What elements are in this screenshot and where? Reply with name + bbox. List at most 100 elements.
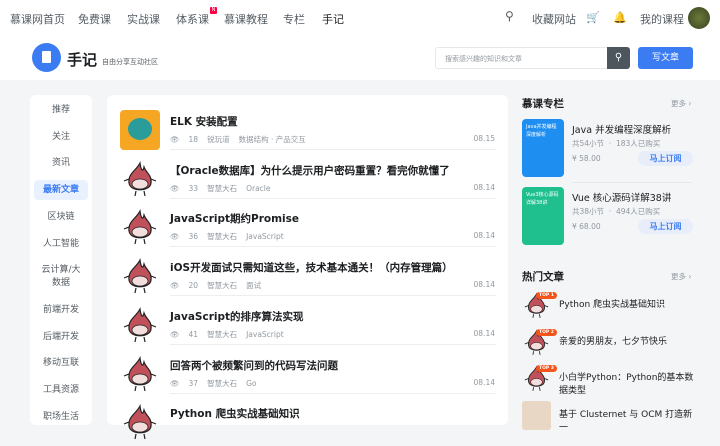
hot-article[interactable]: TOP 2 亲爱的男朋友，七夕节快乐: [522, 328, 702, 358]
new-badge: N: [210, 7, 217, 14]
page-subtitle: 自由分享互动社区: [102, 58, 158, 66]
article-row[interactable]: ELK 安装配置 👁 18 锐玩道 数据结构 · 产品交互 08.15: [107, 100, 508, 150]
article-title[interactable]: JavaScript的排序算法实现: [170, 309, 304, 324]
sidebar-item[interactable]: 推荐: [34, 104, 88, 117]
columns-heading: 慕课专栏: [522, 98, 564, 110]
article-title[interactable]: 【Oracle数据库】为什么提示用户密码重置？看完你就懂了: [170, 163, 450, 178]
nav-free[interactable]: 免费课: [78, 11, 111, 27]
subscribe-button[interactable]: 马上订阅: [638, 219, 693, 234]
article-title[interactable]: iOS开发面试只需知道这些，技术基本通关！（内存管理篇）: [170, 260, 453, 275]
author-avatar-icon: [120, 402, 160, 442]
hot-thumbnail: [522, 401, 551, 430]
article-date: 08.14: [473, 377, 495, 387]
subscribe-button[interactable]: 马上订阅: [638, 151, 693, 166]
search-icon[interactable]: ⚲: [505, 9, 514, 23]
top-nav: 慕课网首页 免费课 实战课 体系课 N 慕课教程 专栏 手记 ⚲ 收藏网站 🛒 🔔…: [0, 0, 720, 36]
article-meta: 👁 36 智慧大石 JavaScript: [170, 231, 293, 242]
article-thumbnail: [120, 110, 160, 150]
collect-link[interactable]: 收藏网站: [532, 11, 576, 27]
sidebar-item[interactable]: 资讯: [34, 157, 88, 170]
nav-system[interactable]: 体系课 N: [176, 7, 217, 27]
sidebar-item[interactable]: 移动互联: [34, 357, 88, 370]
author-name[interactable]: 智慧大石: [207, 184, 237, 193]
search-input[interactable]: 搜索感兴趣的知识和文章: [435, 47, 607, 69]
article-title[interactable]: ELK 安装配置: [170, 114, 238, 129]
hot-article[interactable]: TOP 1 Python 爬虫实战基础知识: [522, 291, 702, 321]
sidebar-item[interactable]: 前端开发: [34, 304, 88, 317]
article-tags[interactable]: JavaScript: [246, 232, 284, 241]
eye-icon: 👁: [170, 378, 180, 388]
columns-more-link[interactable]: 更多 ›: [671, 98, 691, 109]
category-sidebar: 推荐 关注 资讯 最新文章 区块链 人工智能 云计算/大数据 前端开发 后端开发…: [30, 95, 92, 425]
page-title: 手记: [67, 51, 98, 69]
buyer-count: 494人已购买: [615, 207, 661, 216]
hot-article-title[interactable]: 基于 Clusternet 与 OCM 打造新一: [559, 409, 699, 435]
sidebar-item[interactable]: 人工智能: [34, 238, 88, 251]
my-courses-link[interactable]: 我的课程: [640, 11, 684, 27]
sidebar-item[interactable]: 区块链: [34, 211, 88, 224]
column-card[interactable]: Vue3核心源码详解38讲 Vue 核心源码详解38讲 共38小节 · 494人已购…: [522, 187, 694, 247]
column-title[interactable]: Java 并发编程深度解析: [572, 122, 671, 136]
article-row[interactable]: JavaScript的排序算法实现 👁 41 智慧大石 JavaScript 08.14: [107, 295, 508, 345]
author-name[interactable]: 智慧大石: [207, 379, 237, 388]
article-meta: 👁 37 智慧大石 Go: [170, 378, 265, 389]
article-meta: 👁 33 智慧大石 Oracle: [170, 183, 279, 194]
hot-article-title[interactable]: Python 爬虫实战基础知识: [559, 299, 699, 312]
notes-logo-icon: [32, 43, 61, 72]
hot-article-title[interactable]: 小白学Python：Python的基本数据类型: [559, 372, 699, 398]
search-button[interactable]: ⚲: [607, 47, 630, 69]
hot-heading: 热门文章: [522, 271, 564, 283]
author-avatar-icon: [120, 159, 160, 199]
hot-article-title[interactable]: 亲爱的男朋友，七夕节快乐: [559, 336, 699, 349]
sidebar-item[interactable]: 后端开发: [34, 331, 88, 344]
view-count: 20: [188, 281, 199, 291]
avatar[interactable]: [688, 7, 710, 29]
article-tags[interactable]: Go: [246, 379, 256, 388]
sidebar-item[interactable]: 工具资源: [34, 384, 88, 397]
article-row[interactable]: JavaScript期约Promise 👁 36 智慧大石 JavaScript 08.1…: [107, 197, 508, 248]
nav-column[interactable]: 专栏: [283, 11, 305, 27]
article-tags[interactable]: 数据结构 · 产品交互: [239, 135, 306, 144]
view-count: 36: [188, 232, 199, 242]
article-row[interactable]: Python 爬虫实战基础知识: [107, 392, 508, 441]
article-meta: 👁 41 智慧大石 JavaScript: [170, 329, 293, 340]
article-title[interactable]: 回答两个被频繁问到的代码写法问题: [170, 358, 338, 373]
article-title[interactable]: Python 爬虫实战基础知识: [170, 406, 300, 421]
section-count: 共54小节: [572, 139, 605, 148]
column-price: ¥ 68.00: [572, 222, 601, 231]
write-article-button[interactable]: 写文章: [638, 47, 693, 69]
divider: [572, 182, 692, 183]
article-date: 08.14: [473, 328, 495, 338]
article-row[interactable]: 【Oracle数据库】为什么提示用户密码重置？看完你就懂了 👁 33 智慧大石 Orac…: [107, 149, 508, 199]
column-title[interactable]: Vue 核心源码详解38讲: [572, 190, 671, 204]
article-tags[interactable]: 面试: [246, 281, 261, 290]
article-date: 08.15: [473, 134, 495, 143]
author-name[interactable]: 智慧大石: [207, 232, 237, 241]
sidebar-item[interactable]: 云计算/大数据: [34, 264, 88, 290]
bell-icon[interactable]: 🔔: [613, 11, 627, 24]
cart-icon[interactable]: 🛒: [586, 11, 600, 24]
sidebar-item-active[interactable]: 最新文章: [34, 180, 88, 200]
sidebar-item[interactable]: 职场生活: [34, 411, 88, 424]
nav-tutorial[interactable]: 慕课教程: [224, 11, 268, 27]
article-row[interactable]: iOS开发面试只需知道这些，技术基本通关！（内存管理篇） 👁 20 智慧大石 面试 08.…: [107, 246, 508, 297]
column-cover: Java并发编程深度解析: [522, 119, 564, 177]
nav-practice[interactable]: 实战课: [127, 11, 160, 27]
column-meta: 共38小节 · 494人已购买: [572, 207, 661, 216]
article-date: 08.14: [473, 182, 495, 192]
author-name[interactable]: 智慧大石: [207, 330, 237, 339]
hot-article[interactable]: 基于 Clusternet 与 OCM 打造新一: [522, 401, 702, 433]
article-date: 08.14: [473, 280, 495, 290]
author-name[interactable]: 智慧大石: [207, 281, 237, 290]
author-name[interactable]: 锐玩道: [207, 135, 230, 144]
nav-home[interactable]: 慕课网首页: [10, 11, 65, 27]
hot-article[interactable]: TOP 3 小白学Python：Python的基本数据类型: [522, 364, 702, 396]
article-row[interactable]: 回答两个被频繁问到的代码写法问题 👁 37 智慧大石 Go 08.14: [107, 344, 508, 394]
article-tags[interactable]: JavaScript: [246, 330, 284, 339]
article-title[interactable]: JavaScript期约Promise: [170, 211, 299, 226]
article-tags[interactable]: Oracle: [246, 184, 270, 193]
nav-notes[interactable]: 手记: [322, 11, 344, 27]
sidebar-item[interactable]: 关注: [34, 131, 88, 144]
hot-more-link[interactable]: 更多 ›: [671, 271, 691, 282]
column-card[interactable]: Java并发编程深度解析 Java 并发编程深度解析 共54小节 · 183人已购买…: [522, 119, 694, 179]
